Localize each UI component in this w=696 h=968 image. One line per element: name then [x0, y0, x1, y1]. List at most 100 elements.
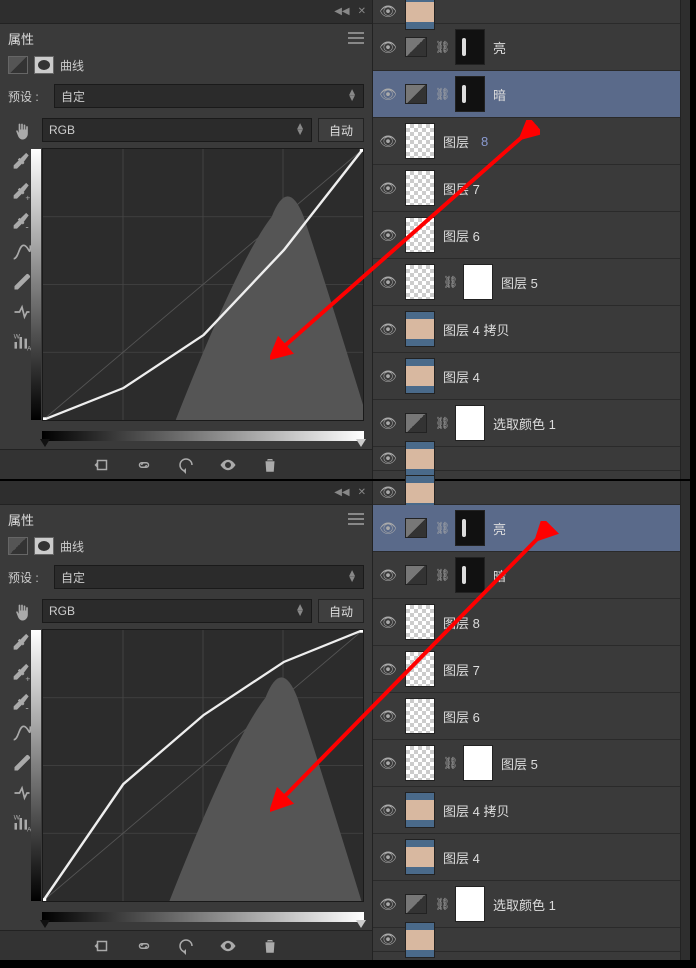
smooth-icon[interactable]	[11, 302, 33, 322]
reset-icon[interactable]	[172, 454, 200, 476]
link-icon[interactable]	[130, 454, 158, 476]
adjustment-thumb[interactable]	[405, 894, 427, 914]
visibility-toggle[interactable]: 👁	[379, 86, 397, 103]
pencil-icon[interactable]	[11, 272, 33, 292]
layer-name[interactable]: 图层 7	[443, 179, 480, 198]
layer-name[interactable]: 暗	[493, 566, 506, 585]
visibility-toggle[interactable]: 👁	[379, 931, 397, 948]
layer-name[interactable]: 图层 5	[501, 754, 538, 773]
curves-graph[interactable]	[42, 148, 364, 421]
adjustment-thumb[interactable]	[405, 37, 427, 57]
layer-thumb[interactable]	[405, 170, 435, 206]
white-point-slider[interactable]	[356, 439, 366, 447]
black-point-slider[interactable]	[40, 920, 50, 928]
layer-name[interactable]: 图层 8	[443, 613, 480, 632]
layer-row-l5[interactable]: 👁 ⛓ 图层 5	[373, 259, 680, 306]
curve-tool-icon[interactable]	[11, 723, 33, 743]
clip-icon[interactable]	[88, 935, 116, 957]
panel-menu-icon[interactable]	[348, 513, 364, 525]
layer-row-dark[interactable]: 👁 ⛓ 暗	[373, 71, 680, 118]
eyedropper-plus-icon[interactable]: +	[11, 182, 33, 202]
visibility-toggle[interactable]: 👁	[379, 520, 397, 537]
white-point-slider[interactable]	[356, 920, 366, 928]
layer-thumb[interactable]	[405, 358, 435, 394]
visibility-toggle[interactable]: 👁	[379, 227, 397, 244]
collapse-icon[interactable]: ◀◀	[334, 6, 349, 17]
layer-thumb[interactable]	[405, 311, 435, 347]
layer-thumb[interactable]	[405, 698, 435, 734]
visibility-toggle[interactable]: 👁	[379, 614, 397, 631]
reset-icon[interactable]	[172, 935, 200, 957]
auto-button[interactable]: 自动	[318, 118, 364, 142]
visibility-icon[interactable]	[214, 454, 242, 476]
mask-thumb[interactable]	[455, 29, 485, 65]
visibility-toggle[interactable]: 👁	[379, 133, 397, 150]
visibility-toggle[interactable]: 👁	[379, 896, 397, 913]
layer-thumb[interactable]	[405, 123, 435, 159]
mask-mode-icon[interactable]	[34, 537, 54, 555]
mask-mode-icon[interactable]	[34, 56, 54, 74]
channel-select[interactable]: RGB ▲▼	[42, 118, 312, 142]
adjustment-thumb[interactable]	[405, 565, 427, 585]
hand-icon[interactable]	[11, 603, 33, 623]
panel-menu-icon[interactable]	[348, 32, 364, 44]
scrollbar[interactable]	[680, 0, 690, 479]
layer-thumb[interactable]	[405, 792, 435, 828]
input-gradient[interactable]	[42, 912, 364, 922]
histogram-icon[interactable]: WA	[11, 813, 33, 833]
clip-icon[interactable]	[88, 454, 116, 476]
eyedropper-plus-icon[interactable]: +	[11, 663, 33, 683]
adjustment-thumb[interactable]	[405, 413, 427, 433]
visibility-toggle[interactable]: 👁	[379, 661, 397, 678]
eyedropper-icon[interactable]	[11, 152, 33, 172]
layer-thumb[interactable]	[405, 604, 435, 640]
layer-row-l4[interactable]: 👁 图层 4	[373, 834, 680, 881]
visibility-icon[interactable]	[214, 935, 242, 957]
visibility-toggle[interactable]: 👁	[379, 274, 397, 291]
layer-row-bot[interactable]: 👁	[373, 928, 680, 952]
visibility-toggle[interactable]: 👁	[379, 484, 397, 501]
layer-name[interactable]: 亮	[493, 519, 506, 538]
layer-row-l7[interactable]: 👁 图层 7	[373, 646, 680, 693]
close-icon[interactable]: ✕	[358, 487, 366, 498]
curve-tool-icon[interactable]	[11, 242, 33, 262]
visibility-toggle[interactable]: 👁	[379, 849, 397, 866]
layer-row-dark[interactable]: 👁 ⛓ 暗	[373, 552, 680, 599]
histogram-icon[interactable]: WA	[11, 332, 33, 352]
delete-icon[interactable]	[256, 454, 284, 476]
visibility-toggle[interactable]: 👁	[379, 321, 397, 338]
layer-thumb[interactable]	[405, 922, 435, 958]
channel-select[interactable]: RGB ▲▼	[42, 599, 312, 623]
hand-icon[interactable]	[11, 122, 33, 142]
mask-thumb[interactable]	[463, 264, 493, 300]
layer-name[interactable]: 图层 4	[443, 367, 480, 386]
mask-thumb[interactable]	[455, 405, 485, 441]
layer-name[interactable]: 暗	[493, 85, 506, 104]
layer-thumb[interactable]	[405, 651, 435, 687]
visibility-toggle[interactable]: 👁	[379, 708, 397, 725]
close-icon[interactable]: ✕	[358, 6, 366, 17]
layer-row-l8[interactable]: 👁 图层8	[373, 118, 680, 165]
layer-thumb[interactable]	[405, 217, 435, 253]
layer-thumb[interactable]	[405, 745, 435, 781]
preset-select[interactable]: 自定 ▲▼	[54, 84, 364, 108]
layer-name[interactable]: 图层 6	[443, 226, 480, 245]
mask-thumb[interactable]	[455, 886, 485, 922]
layer-row-top[interactable]: 👁	[373, 481, 680, 505]
layer-row-l6[interactable]: 👁 图层 6	[373, 212, 680, 259]
layer-name[interactable]: 图层	[443, 132, 469, 151]
eyedropper-minus-icon[interactable]: -	[11, 693, 33, 713]
eyedropper-icon[interactable]	[11, 633, 33, 653]
layer-name[interactable]: 亮	[493, 38, 506, 57]
adjustment-thumb[interactable]	[405, 518, 427, 538]
mask-thumb[interactable]	[455, 557, 485, 593]
layer-row-top[interactable]: 👁	[373, 0, 680, 24]
visibility-toggle[interactable]: 👁	[379, 450, 397, 467]
layer-row-bot[interactable]: 👁	[373, 447, 680, 471]
scrollbar[interactable]	[680, 481, 690, 960]
input-gradient[interactable]	[42, 431, 364, 441]
visibility-toggle[interactable]: 👁	[379, 180, 397, 197]
layer-name[interactable]: 图层 6	[443, 707, 480, 726]
layer-name[interactable]: 选取颜色 1	[493, 414, 556, 433]
layer-row-l4c[interactable]: 👁 图层 4 拷贝	[373, 787, 680, 834]
